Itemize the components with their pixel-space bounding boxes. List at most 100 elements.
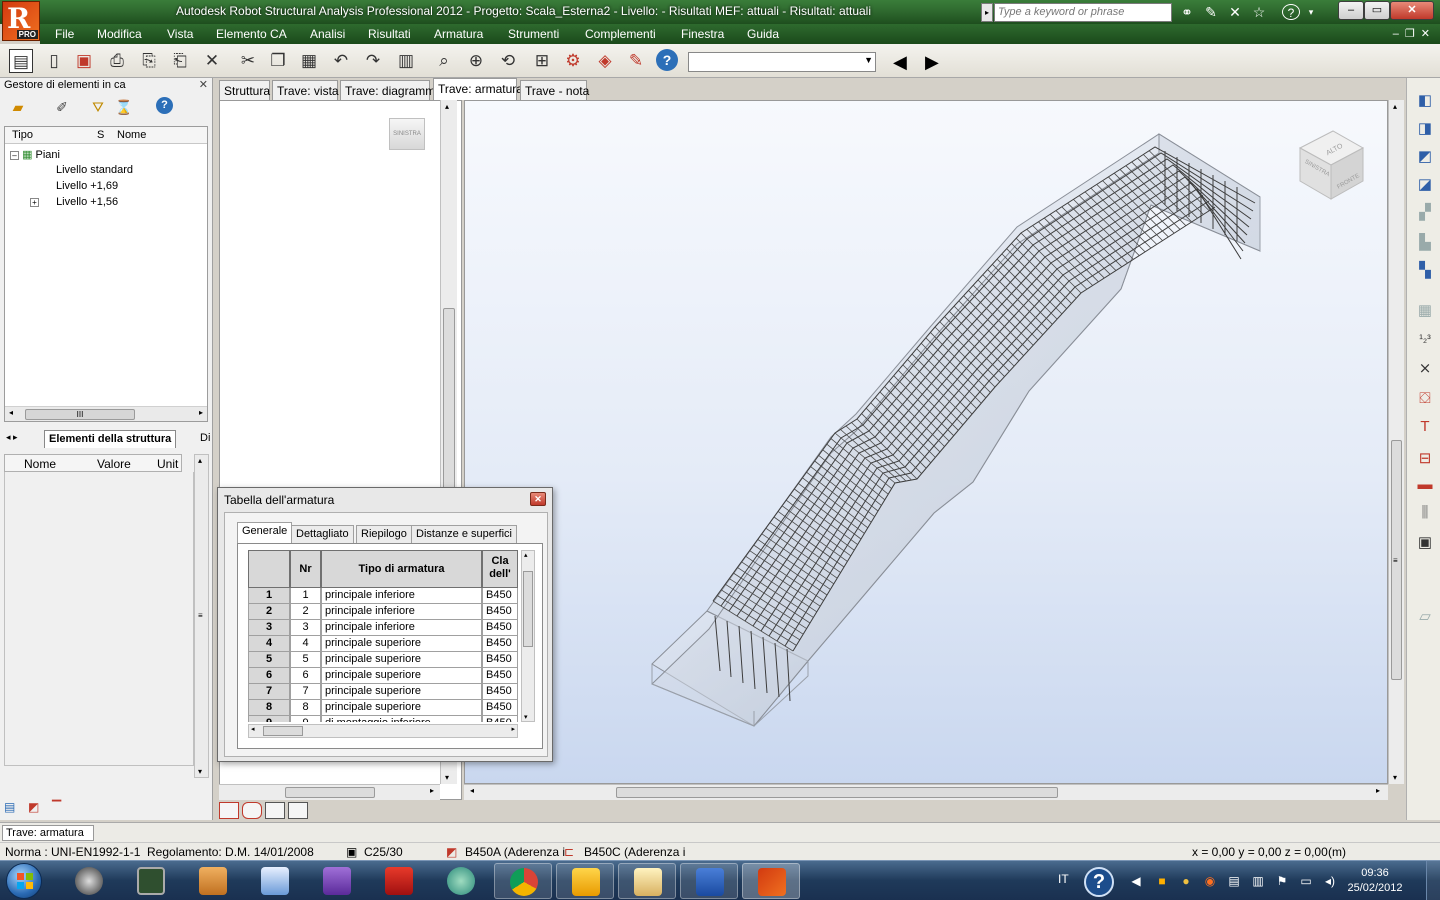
mid-horizontal-scrollbar[interactable]: ▸ xyxy=(219,784,440,800)
structure-icon[interactable]: ▤ xyxy=(4,800,15,814)
cell-tipo-armatura[interactable]: di montaggio inferiore xyxy=(321,716,482,722)
beam-section-icon[interactable]: ◨ xyxy=(1413,118,1437,140)
scroll-thumb[interactable] xyxy=(616,787,1058,798)
print-preview-icon[interactable]: ⎘ xyxy=(137,49,161,73)
row-header[interactable]: 2 xyxy=(248,604,290,620)
view-cube[interactable]: ALTO SINISTRA FRONTE xyxy=(1298,130,1365,200)
tree-node-piani[interactable]: – ▦ Piani xyxy=(10,148,60,161)
row-header[interactable]: 4 xyxy=(248,636,290,652)
filter-icon[interactable]: ⛛ xyxy=(88,97,108,117)
tab-distanze-superfici[interactable]: Distanze e superfici xyxy=(411,525,517,543)
row-header[interactable]: 6 xyxy=(248,668,290,684)
menu-strumenti[interactable]: Strumenti xyxy=(508,27,559,41)
minimize-button[interactable]: – xyxy=(1338,1,1364,20)
cell-tipo-armatura[interactable]: principale superiore xyxy=(321,652,482,668)
scroll-grip-icon[interactable]: ≡ xyxy=(1393,556,1398,565)
scroll-left-icon[interactable]: ◂ xyxy=(470,786,474,795)
longitudinal-bar-icon[interactable]: ◪ xyxy=(1413,174,1437,196)
tray-circle-icon[interactable]: ● xyxy=(1178,873,1194,889)
scroll-grip-icon[interactable]: ≡ xyxy=(198,611,203,620)
cell-tipo-armatura[interactable]: principale inferiore xyxy=(321,620,482,636)
cell-classe[interactable]: B450 xyxy=(482,604,518,620)
span-icon[interactable]: ▚ xyxy=(1413,260,1437,282)
taskbar-app-4[interactable] xyxy=(246,863,304,899)
rebar-icon[interactable]: ◩ xyxy=(28,800,39,814)
volume-icon[interactable]: ◂) xyxy=(1322,873,1338,889)
app-logo[interactable]: R PRO xyxy=(2,1,40,41)
tab-trave-diagrammi[interactable]: Trave: diagrammi xyxy=(340,80,438,100)
binoculars-icon[interactable]: ⚭ xyxy=(1178,4,1196,20)
table-vertical-scrollbar[interactable]: ▴ ▾ xyxy=(521,550,535,722)
cell-classe[interactable]: B450 xyxy=(482,700,518,716)
table-horizontal-scrollbar[interactable]: ◂ ▸ xyxy=(248,724,518,738)
cell-nr[interactable]: 2 xyxy=(290,604,321,620)
scroll-up-icon[interactable]: ▴ xyxy=(524,551,528,559)
numbering-icon[interactable]: ¹₂³ xyxy=(1413,328,1437,350)
undo-icon[interactable]: ↶ xyxy=(329,49,353,73)
status-concrete[interactable]: C25/30 xyxy=(364,845,403,859)
menu-modifica[interactable]: Modifica xyxy=(97,27,142,41)
column-s[interactable]: S xyxy=(97,129,104,141)
help-icon[interactable]: ? xyxy=(656,49,678,71)
table-row[interactable]: 2 2 principale inferiore B450 xyxy=(248,604,518,620)
cell-tipo-armatura[interactable]: principale superiore xyxy=(321,684,482,700)
wrench-icon[interactable]: ✎ xyxy=(1202,4,1220,20)
tab-trave-armatura[interactable]: Trave: armatura xyxy=(433,78,523,100)
t-section-icon[interactable]: T xyxy=(1413,416,1437,438)
cell-nr[interactable]: 5 xyxy=(290,652,321,668)
collapse-icon[interactable]: – xyxy=(10,151,19,160)
tray-device-icon[interactable]: ▤ xyxy=(1226,873,1242,889)
support-icon[interactable]: ▙ xyxy=(1413,232,1437,254)
scroll-thumb[interactable] xyxy=(523,571,533,647)
menu-complementi[interactable]: Complementi xyxy=(585,27,656,41)
menu-risultati[interactable]: Risultati xyxy=(368,27,411,41)
cell-classe[interactable]: B450 xyxy=(482,652,518,668)
clear-filter-icon[interactable]: ⌛ xyxy=(114,97,134,117)
scroll-left-icon[interactable]: ◂ xyxy=(251,725,255,733)
cell-nr[interactable]: 8 xyxy=(290,700,321,716)
close-icon[interactable]: ✕ xyxy=(199,78,208,91)
menu-analisi[interactable]: Analisi xyxy=(310,27,345,41)
section-icon[interactable]: ◧ xyxy=(1413,90,1437,112)
scroll-down-icon[interactable]: ▾ xyxy=(1393,773,1397,782)
scroll-right-icon[interactable]: ▸ xyxy=(1376,786,1380,795)
scroll-up-icon[interactable]: ▴ xyxy=(445,102,449,111)
table-icon[interactable]: ▥ xyxy=(394,49,418,73)
table-row[interactable]: 1 1 principale inferiore B450 xyxy=(248,588,518,604)
save-icon[interactable]: ▣ xyxy=(72,49,96,73)
scroll-up-icon[interactable]: ▴ xyxy=(1393,102,1397,111)
rotate-view-icon[interactable]: ⟲ xyxy=(496,49,520,73)
scroll-thumb[interactable]: III xyxy=(25,409,135,420)
column-nr[interactable]: Nr xyxy=(290,550,321,588)
cell-classe[interactable]: B450 xyxy=(482,716,518,722)
scroll-right-icon[interactable]: ▸ xyxy=(430,786,434,795)
row-header[interactable]: 7 xyxy=(248,684,290,700)
new-document-icon[interactable]: ▯ xyxy=(42,49,66,73)
scroll-thumb[interactable] xyxy=(285,787,375,798)
taskbar-app-12[interactable] xyxy=(742,863,800,899)
tab-generale[interactable]: Generale xyxy=(237,522,293,543)
help-icon[interactable]: ? xyxy=(156,97,173,114)
dialog-close-button[interactable]: ✕ xyxy=(530,492,546,506)
dimension-mode-icon[interactable] xyxy=(288,802,308,819)
menu-guida[interactable]: Guida xyxy=(747,27,779,41)
drawing-icon[interactable]: ▣ xyxy=(1413,532,1437,554)
calculation-icon[interactable]: ⚙ xyxy=(561,49,585,73)
tray-firefox-icon[interactable]: ◉ xyxy=(1202,873,1218,889)
column-nome[interactable]: Nome xyxy=(24,457,56,471)
scroll-right-icon[interactable]: ▸ xyxy=(199,408,203,417)
mdi-window-buttons[interactable]: –❐✕ xyxy=(1393,27,1436,40)
beam-icon[interactable]: ▔ xyxy=(52,800,61,814)
cell-tipo-armatura[interactable]: principale superiore xyxy=(321,668,482,684)
tree-node-livello-156[interactable]: + Livello +1,56 xyxy=(30,196,118,208)
previous-arrow-icon[interactable]: ◀ xyxy=(893,52,907,73)
expand-icon[interactable]: + xyxy=(30,198,39,207)
taskbar-app-2[interactable] xyxy=(122,863,180,899)
help-icon[interactable]: ? xyxy=(1282,4,1300,20)
table-row[interactable]: 8 8 principale superiore B450 xyxy=(248,700,518,716)
taskbar-app-3[interactable] xyxy=(184,863,242,899)
tree-node-livello-standard[interactable]: Livello standard xyxy=(56,164,133,176)
bars-mode-icon[interactable] xyxy=(265,802,285,819)
row-header[interactable]: 3 xyxy=(248,620,290,636)
menu-elemento-ca[interactable]: Elemento CA xyxy=(216,27,287,41)
